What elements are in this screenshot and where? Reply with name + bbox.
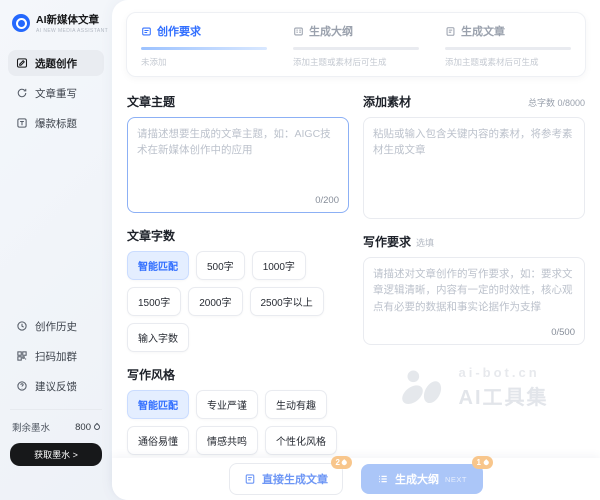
style-option[interactable]: 生动有趣 [265,390,327,419]
right-column: 添加素材 总字数 0/8000 粘贴或输入包含关键内容的素材，将参考素材生成文章… [363,89,585,500]
step-generate-outline[interactable]: 生成大纲 添加主题或素材后可生成 [293,23,419,68]
style-option[interactable]: 个性化风格 [265,426,337,455]
next-hint: NEXT [445,475,467,484]
material-placeholder: 粘贴或输入包含关键内容的素材，将参考素材生成文章 [373,126,575,159]
requirements-textarea[interactable]: 请描述对文章创作的写作要求，如：要求文章逻辑清晰，内容有一定的时效性，核心观点有… [363,257,585,345]
word-count-option-custom[interactable]: 输入字数 [127,323,189,352]
step-status: 添加主题或素材后可生成 [293,56,419,68]
sidebar: AI新媒体文章 AI NEW MEDIA ASSISTANT 选题创作 文章重写… [0,0,112,500]
step-status: 未添加 [141,56,267,68]
material-section-title: 添加素材 [363,93,411,110]
generate-article-directly-button[interactable]: 直接生成文章 2 [229,463,343,495]
list-icon [377,473,389,485]
get-ink-button[interactable]: 获取墨水 > [10,443,102,466]
step-progress-bar [141,47,267,50]
title-icon [16,117,28,129]
topic-section-title: 文章主题 [127,93,175,110]
requirements-step-icon [141,26,152,37]
style-option[interactable]: 专业严谨 [196,390,258,419]
sidebar-item-article-rewrite[interactable]: 文章重写 [8,80,104,106]
watermark-domain: ai-bot.cn [459,365,549,380]
ink-cost-badge: 1 [472,456,493,469]
material-textarea[interactable]: 粘贴或输入包含关键内容的素材，将参考素材生成文章 [363,117,585,219]
sidebar-item-label: 文章重写 [35,86,77,101]
word-count-option[interactable]: 智能匹配 [127,251,189,280]
sidebar-item-topic-creation[interactable]: 选题创作 [8,50,104,76]
history-icon [16,320,28,332]
sidebar-item-label: 创作历史 [35,319,77,334]
left-column: 文章主题 请描述想要生成的文章主题，如：AIGC技术在新媒体创作中的应用 0/2… [127,89,349,500]
ink-cost-badge: 2 [331,456,352,469]
requirements-section-title: 写作要求选填 [363,233,434,250]
word-count-option[interactable]: 1500字 [127,287,181,316]
style-options: 智能匹配 专业严谨 生动有趣 通俗易懂 情感共鸣 个性化风格 [127,390,349,455]
ink-remaining-value: 800 [75,422,91,433]
drop-icon [342,459,348,465]
watermark-logo-icon [400,368,450,408]
step-label: 生成文章 [461,23,505,39]
footer-bar: 直接生成文章 2 生成大纲 NEXT 1 [112,458,600,500]
step-label: 生成大纲 [309,23,353,39]
sidebar-item-history[interactable]: 创作历史 [8,313,104,339]
material-total-label: 总字数 [528,98,555,108]
style-option[interactable]: 智能匹配 [127,390,189,419]
watermark-title: AI工具集 [459,381,549,410]
app-title: AI新媒体文章 [36,12,108,27]
sidebar-item-scan-group[interactable]: 扫码加群 [8,343,104,369]
main-panel: 创作要求 未添加 生成大纲 添加主题或素材后可生成 生成文章 添加主题或素材后可… [112,0,600,500]
generate-outline-button[interactable]: 生成大纲 NEXT 1 [361,464,483,494]
article-step-icon [445,26,456,37]
material-total-count: 0/8000 [557,98,585,108]
edit-icon [16,57,28,69]
sidebar-item-label: 爆款标题 [35,116,77,131]
sidebar-item-feedback[interactable]: 建议反馈 [8,373,104,399]
document-icon [244,473,256,485]
sidebar-item-label: 选题创作 [35,56,77,71]
drop-icon [483,459,489,465]
sidebar-item-label: 扫码加群 [35,349,77,364]
sidebar-divider [10,409,102,410]
topic-placeholder: 请描述想要生成的文章主题，如：AIGC技术在新媒体创作中的应用 [137,126,339,159]
style-option[interactable]: 情感共鸣 [196,426,258,455]
progress-stepper: 创作要求 未添加 生成大纲 添加主题或素材后可生成 生成文章 添加主题或素材后可… [126,12,586,77]
requirements-placeholder: 请描述对文章创作的写作要求，如：要求文章逻辑清晰，内容有一定的时效性，核心观点有… [373,266,575,315]
step-label: 创作要求 [157,23,201,39]
generate-outline-label: 生成大纲 [395,471,439,487]
topic-textarea[interactable]: 请描述想要生成的文章主题，如：AIGC技术在新媒体创作中的应用 0/200 [127,117,349,213]
style-section-title: 写作风格 [127,366,175,383]
generate-article-directly-label: 直接生成文章 [262,471,328,487]
step-progress-bar [445,47,571,50]
word-count-option[interactable]: 1000字 [252,251,306,280]
ink-drop-icon [93,423,101,431]
topic-counter: 0/200 [315,195,339,206]
outline-step-icon [293,26,304,37]
feedback-icon [16,380,28,392]
watermark: ai-bot.cn AI工具集 [363,365,585,410]
app-logo: AI新媒体文章 AI NEW MEDIA ASSISTANT [8,12,104,34]
rewrite-icon [16,87,28,99]
word-count-option[interactable]: 2500字以上 [250,287,324,316]
sidebar-item-hot-title[interactable]: 爆款标题 [8,110,104,136]
step-creation-requirements[interactable]: 创作要求 未添加 [141,23,267,68]
step-progress-bar [293,47,419,50]
app-subtitle: AI NEW MEDIA ASSISTANT [36,28,108,34]
ink-remaining-label: 剩余墨水 [12,420,50,434]
requirements-counter: 0/500 [551,327,575,338]
word-count-option[interactable]: 2000字 [188,287,242,316]
qr-code-icon [16,350,28,362]
word-count-option[interactable]: 500字 [196,251,245,280]
style-option[interactable]: 通俗易懂 [127,426,189,455]
app-logo-icon [12,14,30,32]
sidebar-item-label: 建议反馈 [35,379,77,394]
optional-tag: 选填 [416,238,434,248]
word-count-options: 智能匹配 500字 1000字 1500字 2000字 2500字以上 输入字数 [127,251,349,352]
step-generate-article[interactable]: 生成文章 添加主题或素材后可生成 [445,23,571,68]
step-status: 添加主题或素材后可生成 [445,56,571,68]
word-count-section-title: 文章字数 [127,227,175,244]
